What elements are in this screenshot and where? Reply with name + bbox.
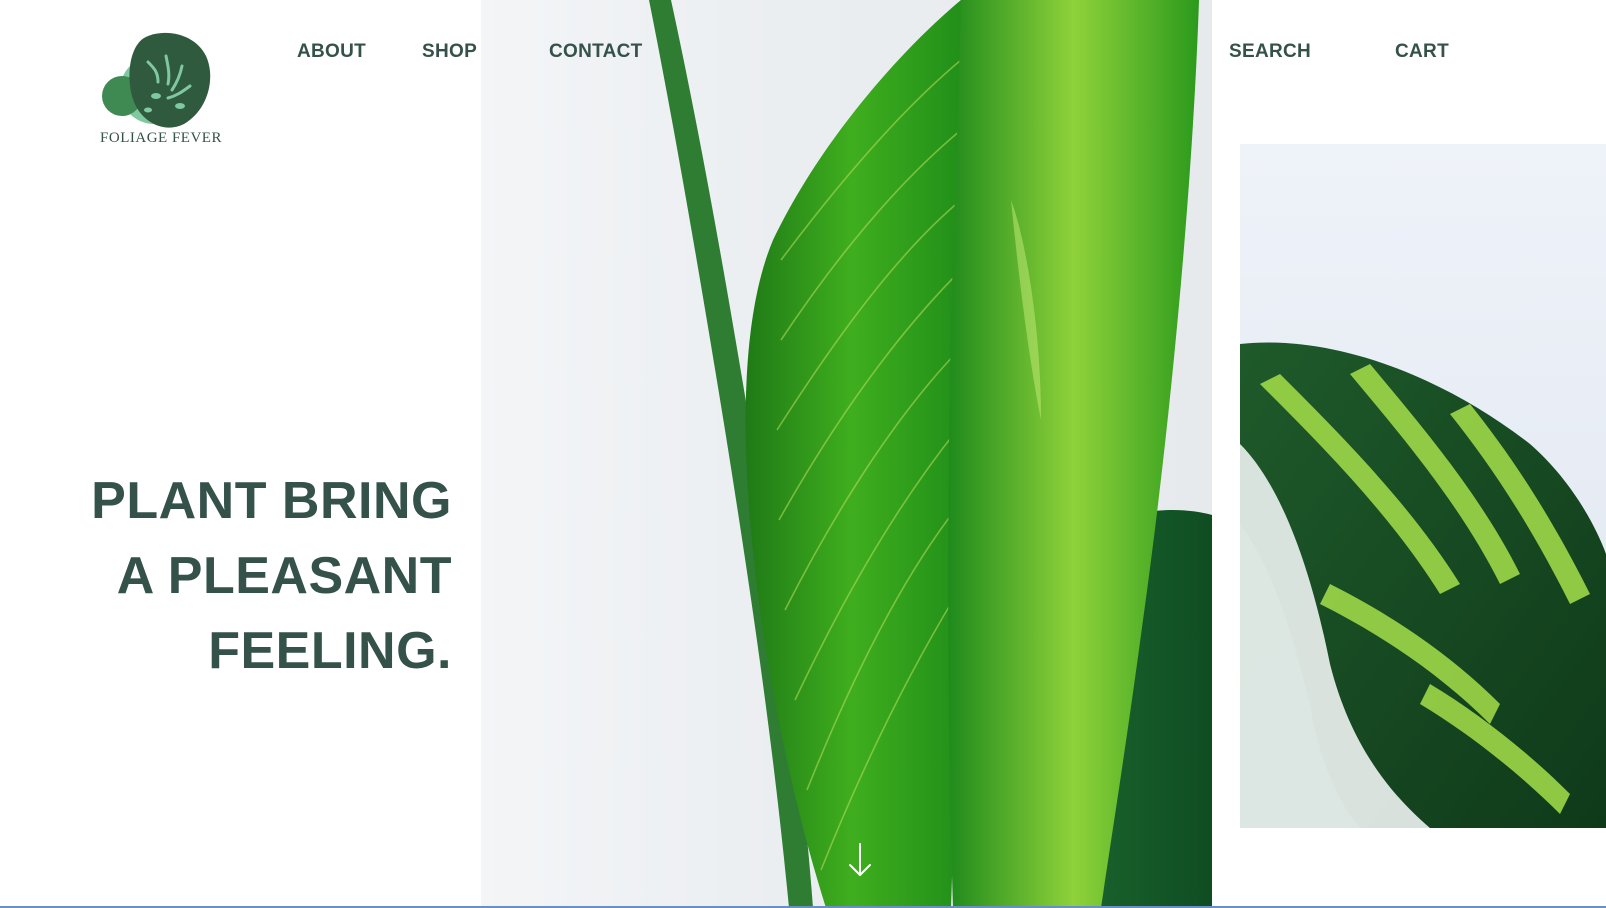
nav-shop[interactable]: SHOP: [422, 41, 477, 63]
arrow-down-icon: [849, 843, 871, 876]
headline-line-3: FEELING.: [208, 622, 452, 680]
green-leaf-photo: [481, 0, 1212, 908]
brand-logo[interactable]: FOLIAGE FEVER: [96, 26, 226, 150]
nav-about[interactable]: ABOUT: [297, 41, 366, 63]
hero-headline: PLANT BRING A PLEASANT FEELING.: [40, 464, 452, 689]
calathea-leaf-photo: [1240, 144, 1606, 828]
headline-line-1: PLANT BRING: [91, 472, 452, 530]
scroll-down-button[interactable]: [845, 842, 875, 878]
monstera-leaf-icon: [102, 32, 211, 128]
brand-name: FOLIAGE FEVER: [100, 130, 222, 146]
nav-cart[interactable]: CART: [1395, 41, 1449, 63]
nav-contact[interactable]: CONTACT: [549, 41, 643, 63]
nav-search[interactable]: SEARCH: [1229, 41, 1311, 63]
headline-line-2: A PLEASANT: [116, 547, 452, 605]
